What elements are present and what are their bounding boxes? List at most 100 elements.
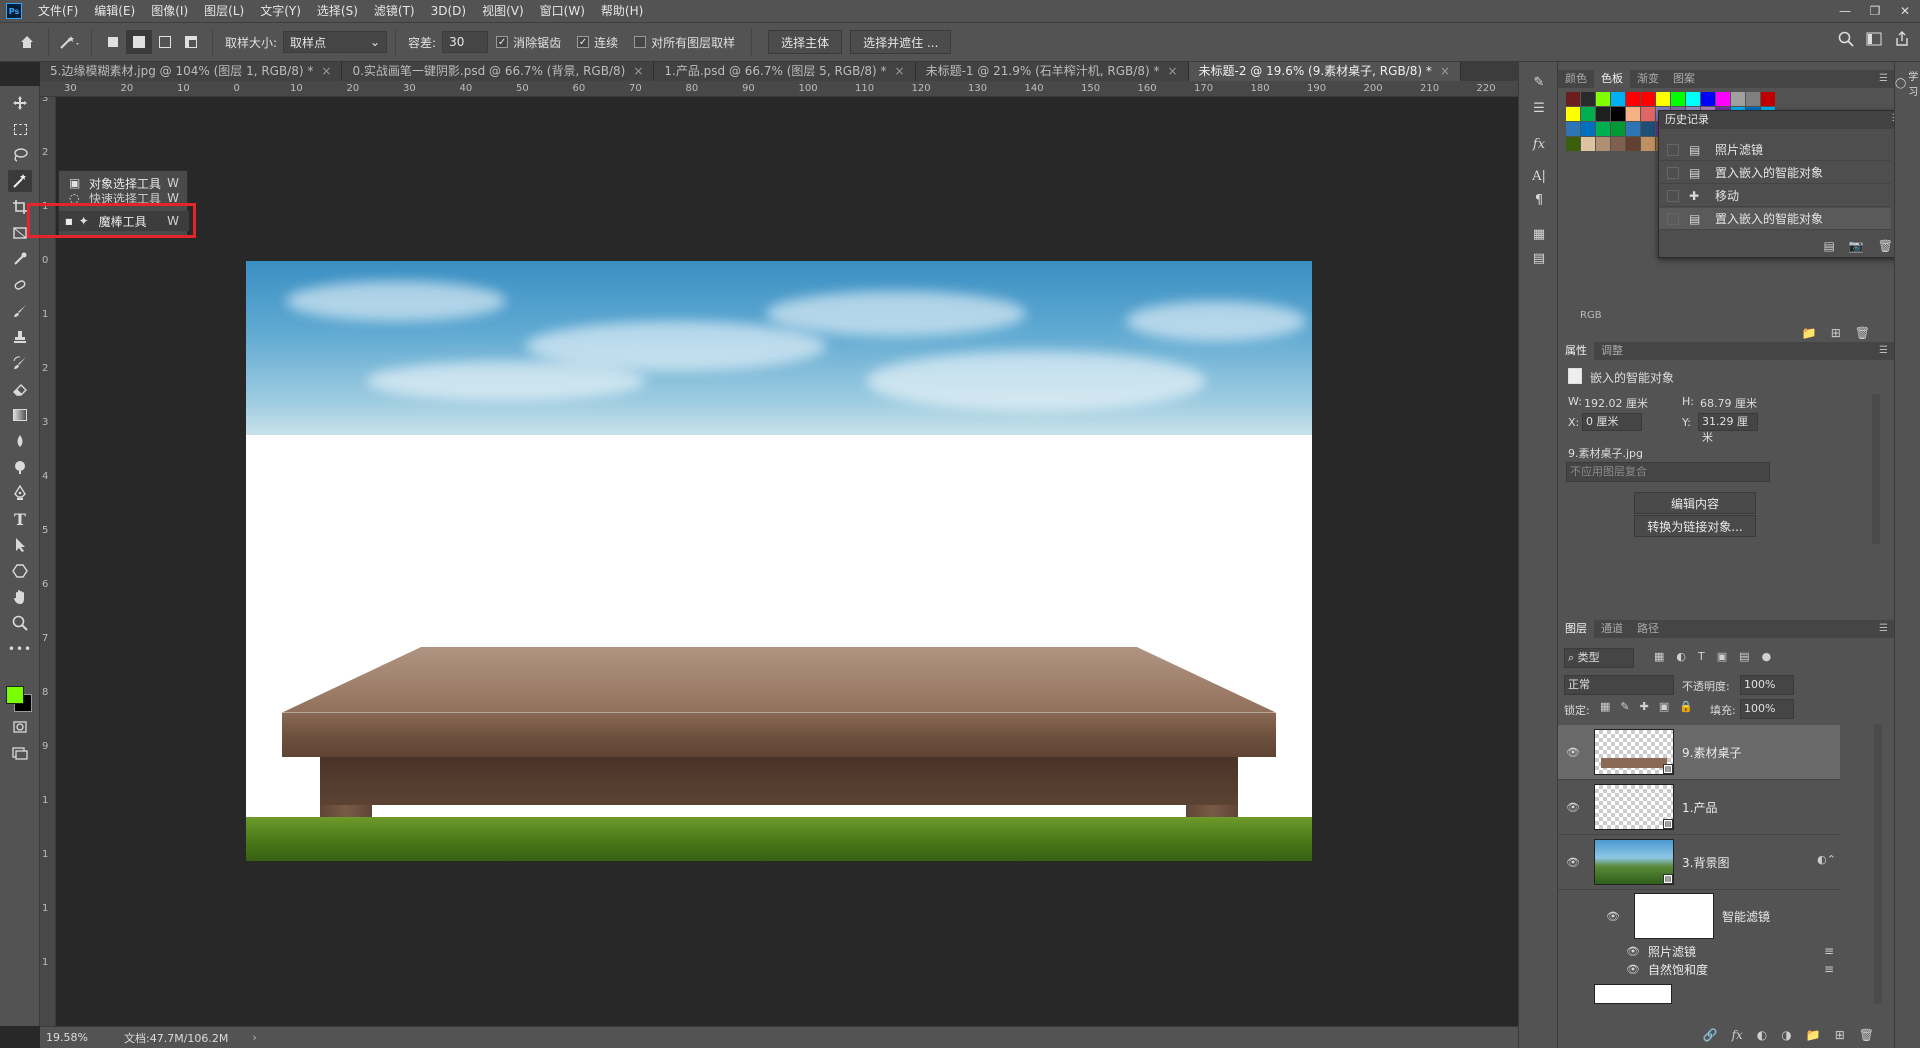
layer-comp-select[interactable]: 不应用图层复合: [1566, 462, 1770, 482]
tab-swatches[interactable]: 色板: [1594, 70, 1630, 88]
restore-icon[interactable]: ❐: [1860, 0, 1890, 22]
eye-icon[interactable]: 👁: [1566, 801, 1586, 814]
canvas-area[interactable]: [56, 97, 1518, 1026]
trash-icon[interactable]: 🗑: [1855, 326, 1870, 340]
lock-position-icon[interactable]: ✚: [1640, 700, 1649, 713]
adjustment-layer-icon[interactable]: ◑: [1781, 1028, 1791, 1042]
panel-menu-icon[interactable]: ☰: [1879, 73, 1888, 84]
eraser-tool-icon[interactable]: [8, 378, 32, 400]
smart-filters-row[interactable]: 👁 智能滤镜: [1558, 890, 1840, 942]
shape-tool-icon[interactable]: [8, 560, 32, 582]
clone-stamp-tool-icon[interactable]: [8, 326, 32, 348]
adjustment-filter-icon[interactable]: ◐: [1676, 650, 1686, 663]
foreground-color-swatch-front[interactable]: [6, 686, 24, 704]
color-swatch[interactable]: [1581, 92, 1595, 106]
history-item-selected[interactable]: ▤ 置入嵌入的智能对象: [1659, 208, 1891, 230]
color-swatch[interactable]: [1611, 137, 1625, 151]
color-swatch[interactable]: [1611, 92, 1625, 106]
color-swatch[interactable]: [1761, 92, 1775, 106]
menu-select[interactable]: 选择(S): [309, 0, 366, 22]
eye-icon[interactable]: 👁: [1566, 856, 1586, 869]
healing-brush-tool-icon[interactable]: [8, 274, 32, 296]
history-checkbox[interactable]: [1667, 212, 1679, 225]
menu-layer[interactable]: 图层(L): [196, 0, 252, 22]
menu-file[interactable]: 文件(F): [30, 0, 86, 22]
eye-icon[interactable]: 👁: [1626, 945, 1646, 958]
close-icon[interactable]: ×: [1440, 62, 1450, 81]
doc-tab[interactable]: 未标题-1 @ 21.9% (石羊榨汁机, RGB/8) * ×: [915, 62, 1189, 81]
menu-edit[interactable]: 编辑(E): [86, 0, 143, 22]
color-swatch[interactable]: [1701, 92, 1715, 106]
menu-type[interactable]: 文字(Y): [252, 0, 309, 22]
color-swatch[interactable]: [1626, 107, 1640, 121]
history-checkbox[interactable]: [1667, 189, 1679, 202]
shape-filter-icon[interactable]: ▣: [1717, 650, 1727, 663]
screen-mode-icon[interactable]: [8, 742, 32, 764]
color-swatch[interactable]: [1626, 92, 1640, 106]
select-and-mask-button[interactable]: 选择并遮住 ...: [850, 30, 952, 54]
brush-tool-icon[interactable]: [8, 300, 32, 322]
doc-tab-active[interactable]: 未标题-2 @ 19.6% (9.素材桌子, RGB/8) * ×: [1188, 62, 1461, 81]
y-position-field[interactable]: 31.29 厘米: [1698, 413, 1758, 444]
trash-icon[interactable]: 🗑: [1859, 1028, 1874, 1042]
sample-size-select[interactable]: 取样点 ⌄: [283, 31, 388, 53]
magic-wand-preset-icon[interactable]: [57, 30, 83, 54]
doc-tab[interactable]: 5.边缘模糊素材.jpg @ 104% (图层 1, RGB/8) * ×: [40, 62, 343, 81]
lock-transparent-icon[interactable]: ▦: [1600, 700, 1610, 713]
color-swatch[interactable]: [1566, 137, 1580, 151]
color-swatch[interactable]: [1566, 122, 1580, 136]
history-checkbox[interactable]: [1667, 143, 1679, 156]
doc-tab[interactable]: 0.实战画笔一键阴影.psd @ 66.7% (背景, RGB/8) ×: [342, 62, 655, 81]
opacity-field[interactable]: 100%: [1740, 675, 1794, 695]
fx-icon[interactable]: fx: [1529, 134, 1549, 154]
adjust-sliders-icon[interactable]: ☰: [1529, 98, 1549, 118]
link-layers-icon[interactable]: 🔗: [1703, 1028, 1718, 1042]
smart-object-filter-icon[interactable]: ▤: [1739, 650, 1749, 663]
blend-mode-select[interactable]: 正常: [1564, 675, 1674, 695]
layers-scrollbar[interactable]: [1874, 724, 1882, 1004]
blur-tool-icon[interactable]: [8, 430, 32, 452]
color-swatch[interactable]: [1596, 137, 1610, 151]
smart-filter-indicator-icon[interactable]: ◐⌃: [1817, 853, 1836, 866]
pixel-filter-icon[interactable]: ▦: [1654, 650, 1664, 663]
hand-tool-icon[interactable]: [8, 586, 32, 608]
tab-properties[interactable]: 属性: [1558, 342, 1594, 360]
color-swatch[interactable]: [1641, 122, 1655, 136]
home-icon[interactable]: [14, 30, 40, 54]
menu-filter[interactable]: 滤镜(T): [366, 0, 423, 22]
tab-layers[interactable]: 图层: [1558, 620, 1594, 638]
magic-wand-tool-icon[interactable]: [8, 170, 32, 192]
move-tool-icon[interactable]: [8, 92, 32, 114]
new-layer-icon[interactable]: ⊞: [1835, 1028, 1845, 1042]
x-position-field[interactable]: 0 厘米: [1582, 413, 1642, 431]
fx-icon[interactable]: fx: [1732, 1028, 1743, 1042]
properties-scrollbar[interactable]: [1872, 394, 1880, 544]
color-swatch[interactable]: [1746, 92, 1760, 106]
new-selection-icon[interactable]: [100, 30, 126, 54]
tab-gradients[interactable]: 渐变: [1630, 70, 1666, 88]
layer-filter-select[interactable]: ⌕ 类型: [1564, 648, 1634, 668]
lock-artboard-icon[interactable]: ▣: [1659, 700, 1669, 713]
tolerance-input[interactable]: 30: [442, 31, 489, 53]
new-group-icon[interactable]: 📁: [1802, 326, 1817, 340]
history-item[interactable]: ▤ 照片滤镜: [1659, 139, 1891, 161]
path-selection-tool-icon[interactable]: [8, 534, 32, 556]
eye-icon[interactable]: 👁: [1566, 746, 1586, 759]
workspace-icon[interactable]: [1866, 31, 1882, 50]
color-swatch[interactable]: [1566, 107, 1580, 121]
color-swatch[interactable]: [1641, 107, 1655, 121]
new-document-from-state-icon[interactable]: ▤: [1823, 239, 1834, 253]
color-swatch[interactable]: [1686, 92, 1700, 106]
color-swatch[interactable]: [1611, 107, 1625, 121]
filter-options-icon[interactable]: ≡: [1824, 962, 1834, 976]
tab-paths[interactable]: 路径: [1630, 620, 1666, 638]
brush-settings-icon[interactable]: ✎: [1529, 72, 1549, 92]
lasso-tool-icon[interactable]: [8, 144, 32, 166]
zoom-tool-icon[interactable]: [8, 612, 32, 634]
lock-all-icon[interactable]: 🔒: [1679, 700, 1693, 713]
color-swatch[interactable]: [1731, 92, 1745, 106]
zoom-level[interactable]: 19.58%: [46, 1031, 106, 1044]
tab-color[interactable]: 颜色: [1558, 70, 1594, 88]
color-swatch[interactable]: [1626, 122, 1640, 136]
pen-tool-icon[interactable]: [8, 482, 32, 504]
